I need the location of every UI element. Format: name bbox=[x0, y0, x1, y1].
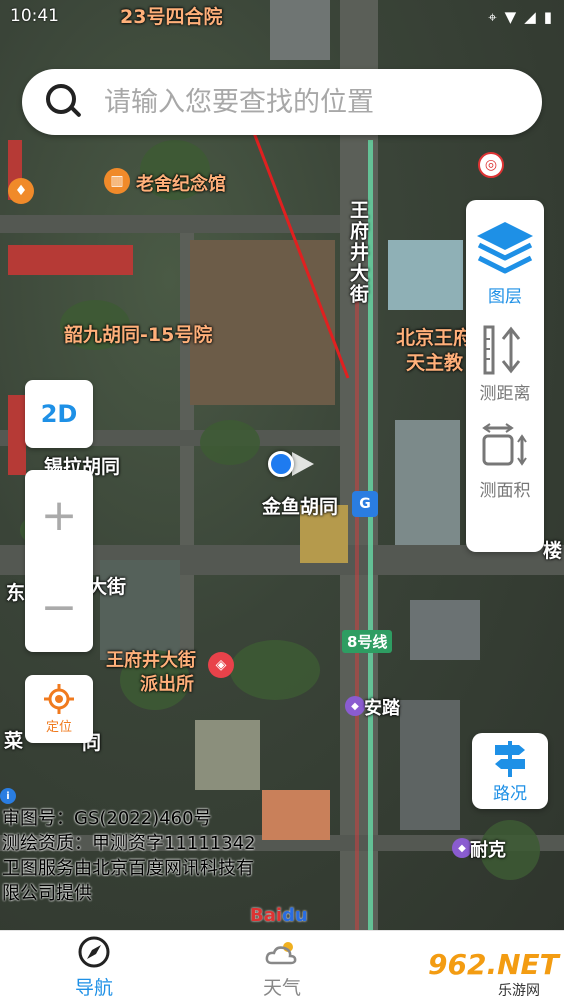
layers-button[interactable]: 图层 bbox=[475, 220, 535, 307]
map-tools-panel: 图层 测距离 测面积 bbox=[466, 200, 544, 552]
tab-label: 导航 bbox=[74, 977, 113, 999]
layers-icon bbox=[477, 222, 533, 274]
credit-line: 限公司提供 bbox=[2, 883, 92, 904]
status-icons: ⌖ ▼ ◢ ▮ bbox=[488, 8, 552, 26]
traffic-button[interactable]: 路况 bbox=[472, 733, 548, 809]
zoom-control: + − bbox=[25, 470, 93, 652]
tab-label: 天气 bbox=[262, 977, 301, 999]
tab-weather[interactable]: 天气 bbox=[188, 931, 376, 1004]
tab-navigation[interactable]: 导航 bbox=[0, 931, 188, 1004]
status-time: 10:41 bbox=[10, 6, 59, 26]
compass-icon bbox=[78, 936, 110, 968]
signal-icon: ◢ bbox=[524, 8, 536, 26]
watermark: 962.NET bbox=[428, 948, 559, 981]
zoom-out-button[interactable]: − bbox=[25, 562, 93, 652]
measure-area-button[interactable]: 测面积 bbox=[480, 422, 531, 501]
ruler-icon bbox=[483, 325, 521, 375]
area-icon bbox=[482, 423, 527, 466]
credit-line: 测绘资质：甲测资字11111342 bbox=[2, 833, 256, 854]
view-mode-button[interactable]: 2D bbox=[25, 380, 93, 448]
wifi-icon: ▼ bbox=[504, 8, 517, 26]
baidu-logo: Baidu bbox=[250, 905, 308, 926]
search-input[interactable] bbox=[104, 86, 504, 118]
location-status-icon: ⌖ bbox=[488, 8, 497, 26]
measure-distance-label: 测距离 bbox=[479, 384, 531, 404]
measure-area-label: 测面积 bbox=[479, 481, 531, 501]
watermark-sub: 乐游网 bbox=[498, 983, 540, 999]
layers-label: 图层 bbox=[488, 287, 522, 307]
map-credits: 审图号：GS(2022)460号 测绘资质：甲测资字11111342 卫图服务由… bbox=[2, 806, 256, 906]
credit-line: 卫图服务由北京百度网讯科技有 bbox=[2, 858, 254, 879]
locate-label: 定位 bbox=[45, 719, 72, 735]
search-bar[interactable] bbox=[22, 69, 542, 135]
zoom-in-button[interactable]: + bbox=[25, 470, 93, 560]
signpost-icon bbox=[495, 740, 525, 777]
weather-icon bbox=[265, 942, 297, 965]
measure-distance-button[interactable]: 测距离 bbox=[480, 325, 531, 404]
battery-icon: ▮ bbox=[543, 8, 552, 26]
search-icon[interactable] bbox=[46, 84, 82, 120]
locate-button[interactable]: 定位 bbox=[25, 675, 93, 743]
crosshair-icon bbox=[44, 683, 74, 714]
credit-line: 审图号：GS(2022)460号 bbox=[2, 808, 212, 829]
traffic-label: 路况 bbox=[493, 783, 527, 804]
